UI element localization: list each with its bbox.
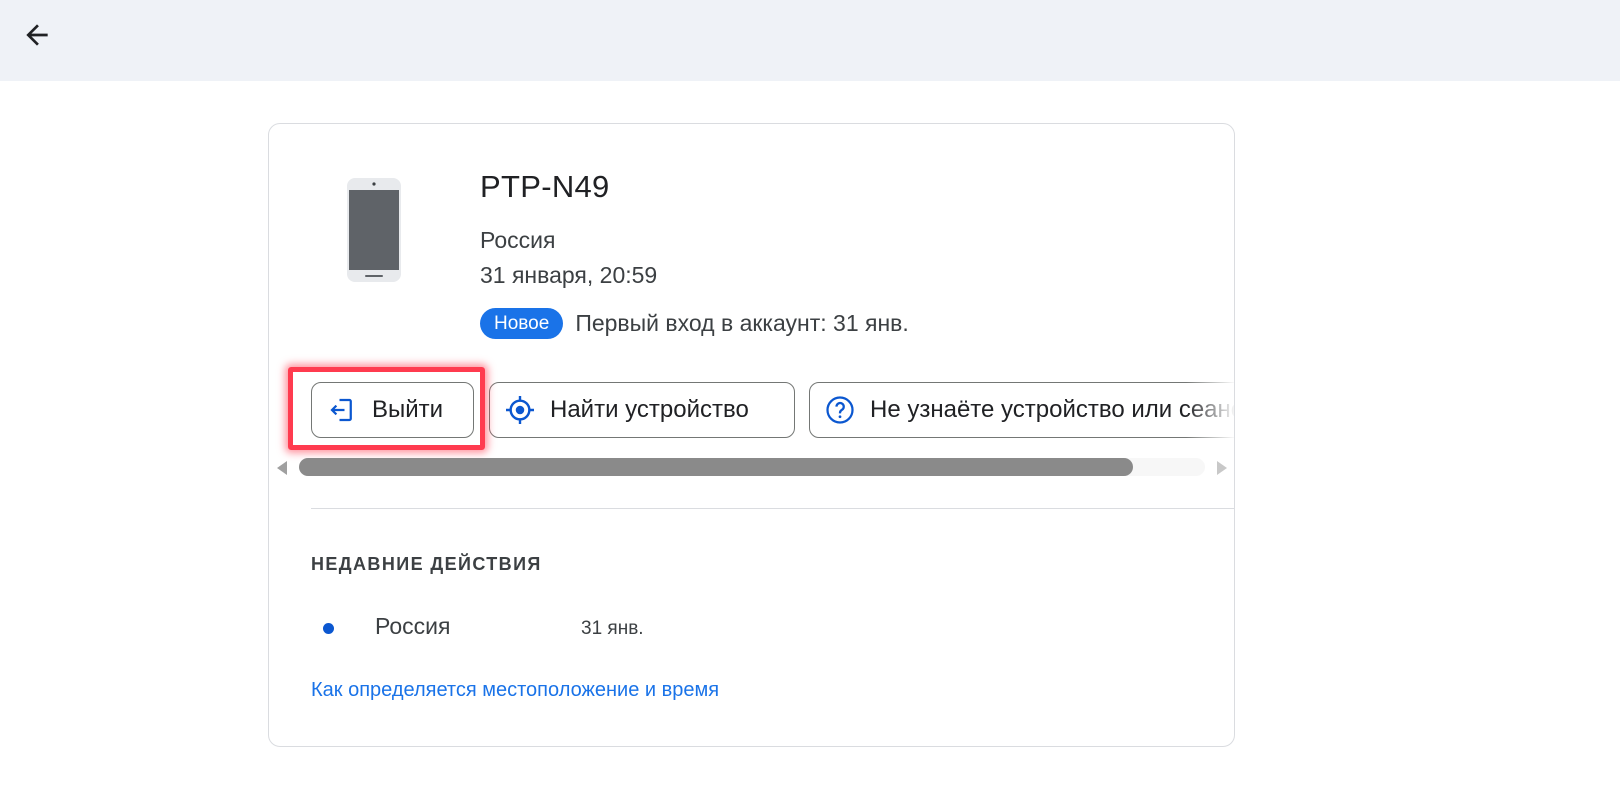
device-last-time: 31 января, 20:59 [480, 262, 658, 288]
activity-item: Россия 31 янв. [311, 610, 811, 646]
location-help-link[interactable]: Как определяется местоположение и время [311, 679, 719, 702]
new-device-row: Новое Первый вход в аккаунт: 31 янв. [480, 308, 909, 339]
help-circle-icon [824, 394, 856, 426]
top-bar [0, 0, 1620, 81]
scroll-fade [1186, 382, 1234, 442]
divider [311, 508, 1234, 509]
back-button[interactable] [18, 16, 56, 54]
locate-icon [504, 394, 536, 426]
first-login-text: Первый вход в аккаунт: 31 янв. [575, 310, 909, 336]
activity-date: 31 янв. [581, 618, 644, 639]
find-device-button[interactable]: Найти устройство [489, 382, 795, 438]
device-name: PTP-N49 [480, 169, 610, 204]
horizontal-scrollbar[interactable] [277, 456, 1227, 478]
find-device-label: Найти устройство [550, 396, 749, 423]
logout-label: Выйти [372, 396, 444, 423]
smartphone-icon [347, 178, 401, 282]
unknown-device-label: Не узнаёте устройство или сеанс? [870, 396, 1235, 423]
logout-button[interactable]: Выйти [311, 382, 474, 438]
recent-activity-title: НЕДАВНИЕ ДЕЙСТВИЯ [311, 554, 542, 574]
scroll-left-arrow[interactable] [277, 461, 287, 475]
actions-scroller: Выйти Найти устройство Не узнаёте устрой… [311, 382, 1235, 442]
device-card: PTP-N49 Россия 31 января, 20:59 Новое Пе… [268, 123, 1235, 747]
device-country: Россия [480, 227, 556, 253]
scroll-track[interactable] [299, 458, 1205, 476]
unknown-device-button[interactable]: Не узнаёте устройство или сеанс? [809, 382, 1235, 438]
scroll-right-arrow[interactable] [1217, 461, 1227, 475]
bullet-dot [323, 623, 334, 634]
arrow-back-icon [26, 24, 48, 46]
logout-icon [326, 394, 358, 426]
scroll-thumb[interactable] [299, 458, 1133, 476]
new-badge: Новое [480, 308, 564, 339]
activity-place: Россия [375, 613, 451, 639]
